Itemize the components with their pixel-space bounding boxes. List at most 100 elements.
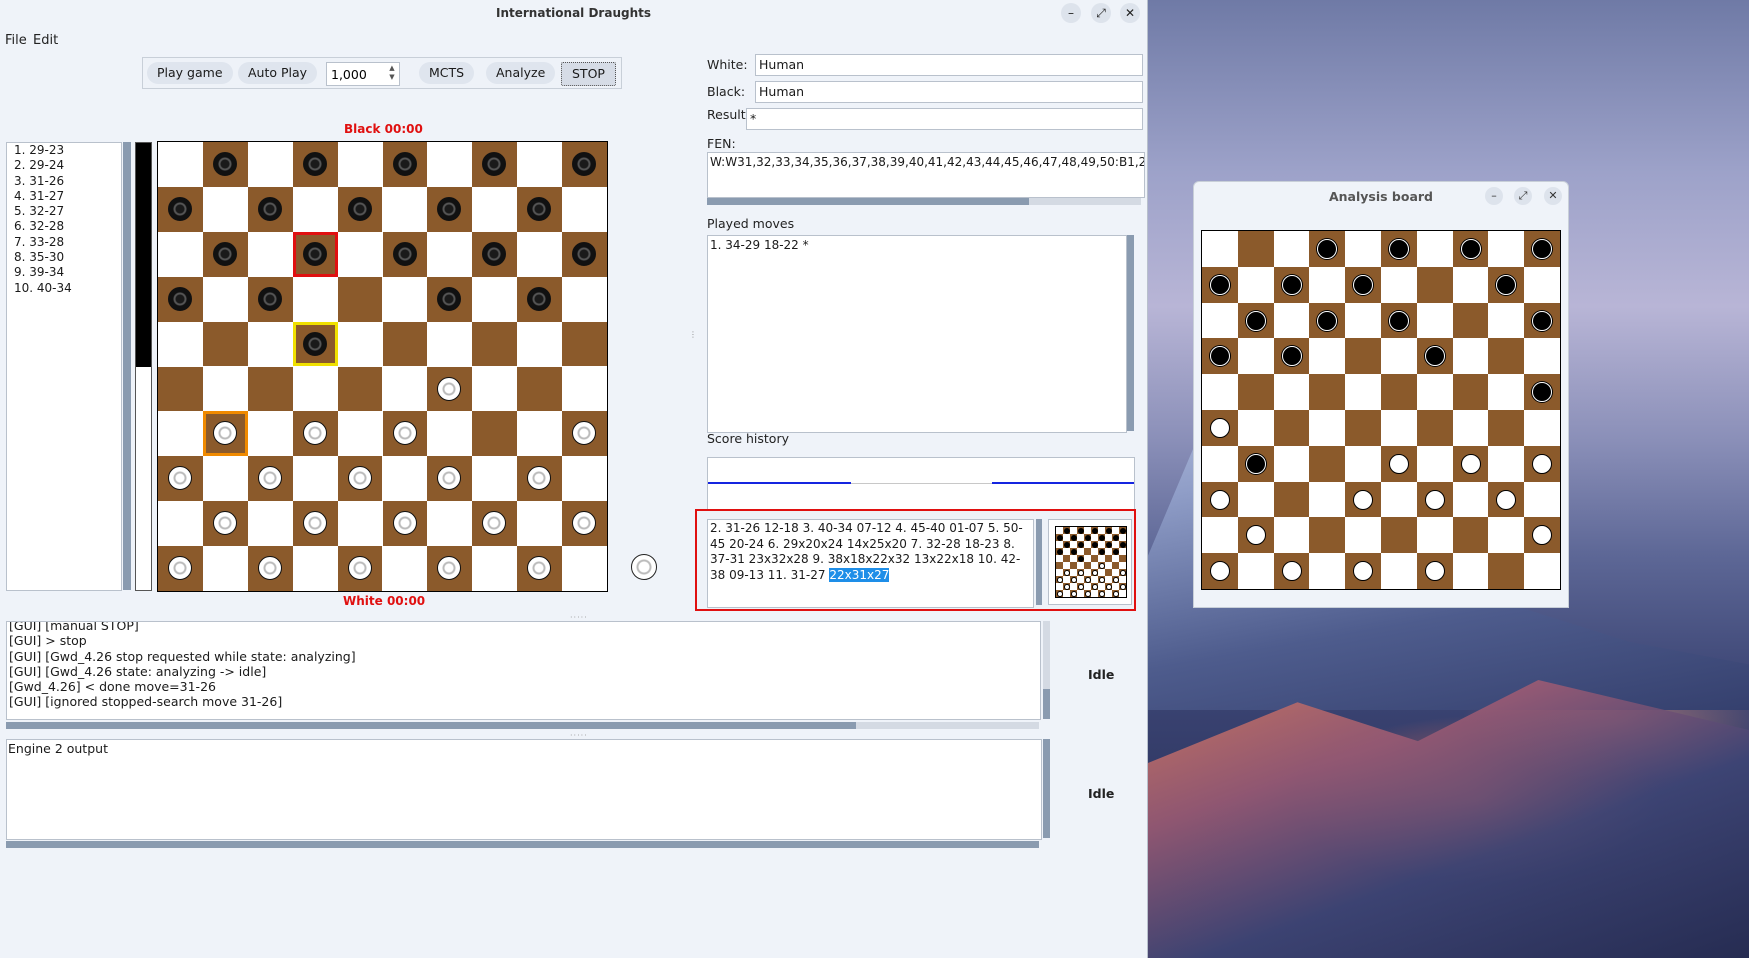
analysis-board-square[interactable] [1309,445,1346,482]
board-square[interactable] [337,186,383,232]
analysis-board-square[interactable] [1309,374,1346,410]
fen-field[interactable]: W:W31,32,33,34,35,36,37,38,39,40,41,42,4… [707,152,1145,198]
analysis-board-square[interactable] [1416,553,1453,589]
time-spinner-input[interactable] [329,64,385,84]
board-square[interactable] [517,276,563,322]
board-square[interactable] [158,411,203,456]
board-square[interactable] [202,231,248,277]
board-square[interactable] [427,366,473,412]
analysis-board-square[interactable] [1453,410,1489,446]
board-square[interactable] [382,231,428,277]
fen-scrollbar[interactable] [707,198,1141,205]
board-square[interactable] [202,142,248,187]
analysis-board[interactable] [1201,230,1561,590]
move-list[interactable]: 1. 29-23 2. 29-24 3. 31-26 4. 31-27 5. 3… [6,142,122,591]
white-piece-icon[interactable] [212,511,237,536]
white-piece-icon[interactable] [437,556,462,581]
analysis-thumbnail[interactable] [1048,519,1132,605]
black-piece-icon[interactable] [1460,239,1481,259]
analysis-board-square[interactable] [1202,446,1238,482]
analysis-board-square[interactable] [1345,374,1381,410]
board-square[interactable] [338,411,383,456]
white-piece-icon[interactable] [1424,489,1445,510]
analysis-board-square[interactable] [1453,482,1489,518]
analysis-minimize-button[interactable]: – [1485,187,1503,205]
list-item[interactable]: 1. 29-23 [7,143,121,158]
analysis-board-square[interactable] [1416,338,1453,375]
analysis-board-square[interactable] [1524,482,1560,518]
black-piece-icon[interactable] [257,196,282,221]
black-piece-icon[interactable] [572,152,597,176]
board-square[interactable] [472,142,518,187]
white-piece-icon[interactable] [347,556,372,581]
engine2-output[interactable]: Engine 2 output [6,739,1042,840]
board-square[interactable] [562,231,607,277]
white-piece-icon[interactable] [1281,561,1302,582]
black-piece-icon[interactable] [1353,274,1374,295]
analysis-board-square[interactable] [1202,266,1238,303]
analysis-board-square[interactable] [1309,553,1345,589]
board-square[interactable] [427,411,472,456]
board-square[interactable] [427,456,473,502]
board-square[interactable] [293,456,338,501]
analysis-board-square[interactable] [1273,481,1310,518]
analysis-board-square[interactable] [1416,481,1453,518]
board-square[interactable] [383,187,428,232]
analysis-board-square[interactable] [1202,338,1238,375]
analysis-board-square[interactable] [1274,303,1310,339]
board-square[interactable] [247,276,293,322]
analysis-board-square[interactable] [1237,231,1274,267]
white-piece-icon[interactable] [527,556,552,581]
black-piece-icon[interactable] [257,286,282,311]
board-square[interactable] [203,187,248,232]
black-piece-icon[interactable] [1245,310,1266,331]
board-square[interactable] [293,277,338,322]
analysis-board-square[interactable] [1381,338,1417,374]
analysis-board-square[interactable] [1345,481,1381,518]
black-player-field[interactable]: Human [755,81,1143,103]
analysis-board-square[interactable] [1524,267,1560,303]
white-piece-icon[interactable] [1210,489,1230,510]
black-piece-icon[interactable] [302,331,327,356]
board-square[interactable] [248,501,293,546]
white-piece-icon[interactable] [212,421,237,446]
analysis-board-square[interactable] [1524,338,1560,374]
menu-edit[interactable]: Edit [33,33,58,48]
white-piece-icon[interactable] [1210,418,1230,438]
white-piece-icon[interactable] [392,421,417,446]
list-item[interactable]: 4. 31-27 [7,189,121,204]
white-piece-icon[interactable] [347,466,372,491]
analysis-maximize-button[interactable]: ⤢ [1514,187,1532,205]
played-moves-scrollbar[interactable] [1127,235,1134,431]
board-square[interactable] [517,411,562,456]
board-square[interactable] [203,546,248,591]
black-piece-icon[interactable] [527,196,552,221]
board-square[interactable] [517,322,562,367]
analysis-board-square[interactable] [1345,266,1381,303]
board-square[interactable] [337,456,383,502]
analysis-board-square[interactable] [1274,231,1310,267]
board-square[interactable] [427,546,473,591]
analysis-board-square[interactable] [1488,374,1524,410]
board-square[interactable] [562,456,607,501]
analysis-board-square[interactable] [1524,517,1560,554]
board-square[interactable] [247,456,293,502]
board-square[interactable] [472,277,517,322]
white-piece-icon[interactable] [1532,525,1553,546]
fen-scrollbar-thumb[interactable] [707,198,1029,205]
board-square[interactable] [337,546,383,591]
white-piece-icon[interactable] [437,466,462,491]
analysis-board-square[interactable] [1381,517,1417,554]
black-piece-icon[interactable] [302,241,327,266]
board-square[interactable] [158,276,203,322]
analysis-board-square[interactable] [1309,410,1345,446]
board-square[interactable] [158,366,203,412]
white-piece-icon[interactable] [572,421,597,446]
analysis-board-square[interactable] [1524,553,1560,589]
analysis-board-square[interactable] [1238,410,1274,446]
menu-file[interactable]: File [5,33,27,48]
analysis-board-square[interactable] [1202,553,1238,589]
board-square[interactable] [158,142,203,187]
board-square[interactable] [202,501,248,547]
analysis-board-square[interactable] [1488,481,1525,518]
